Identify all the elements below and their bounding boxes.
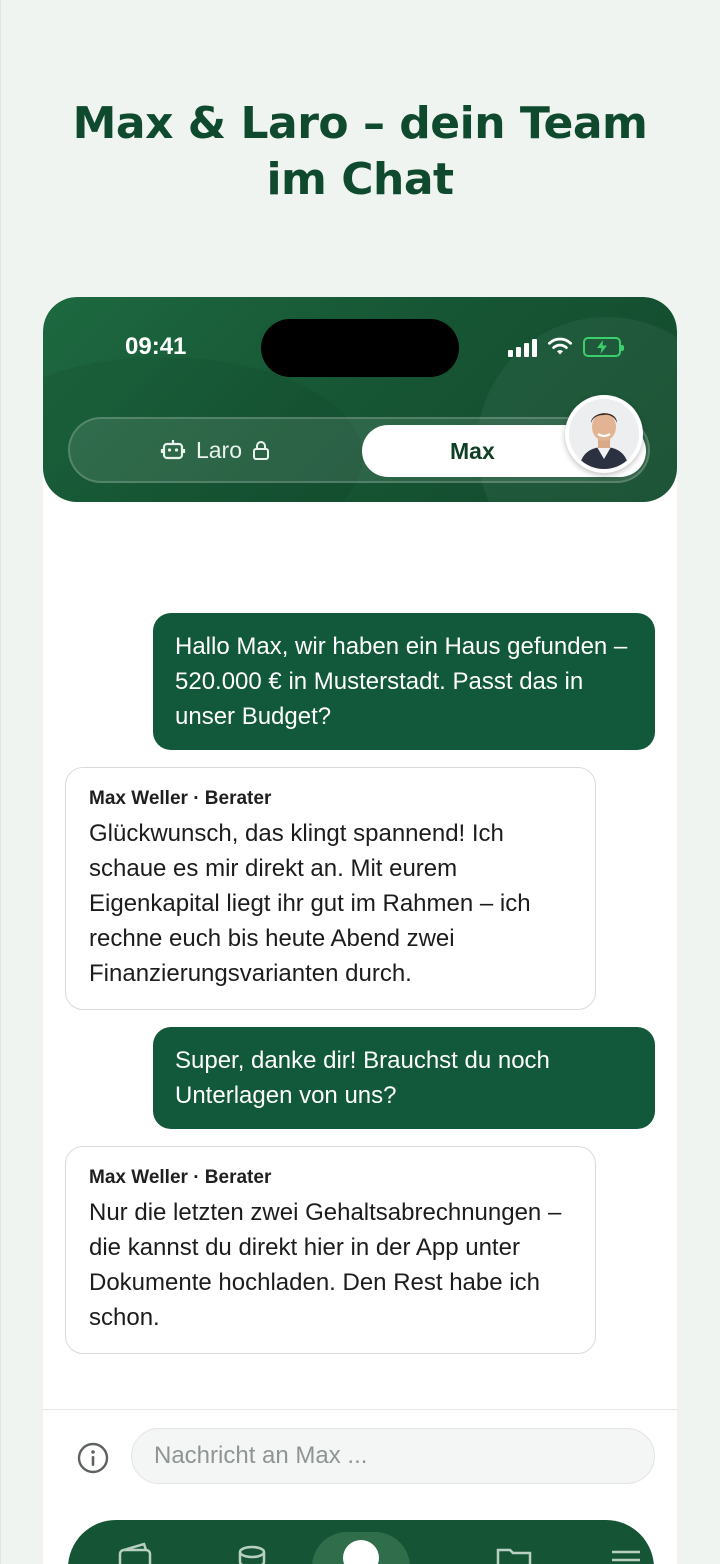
message-bubble-incoming: Max Weller · Berater Nur die letzten zwe… — [65, 1146, 596, 1354]
composer-divider — [43, 1409, 677, 1410]
message-input[interactable] — [131, 1428, 655, 1484]
bottom-tab-bar — [68, 1520, 654, 1564]
message-bubble-incoming: Max Weller · Berater Glückwunsch, das kl… — [65, 767, 596, 1010]
chat-thread: Hallo Max, wir haben ein Haus gefunden –… — [43, 502, 677, 1502]
menu-icon[interactable] — [606, 1538, 646, 1564]
info-icon[interactable] — [77, 1442, 109, 1474]
dynamic-island — [261, 319, 459, 377]
signal-icon — [508, 337, 537, 357]
folder-icon[interactable] — [494, 1538, 534, 1564]
message-text: Glückwunsch, das klingt spannend! Ich sc… — [89, 820, 531, 987]
message-bubble-outgoing: Hallo Max, wir haben ein Haus gefunden –… — [153, 613, 655, 750]
wallet-icon[interactable] — [116, 1538, 156, 1564]
status-icons — [508, 337, 624, 357]
wifi-icon — [548, 337, 572, 355]
tab-max-label: Max — [450, 437, 495, 464]
advisor-photo — [569, 399, 639, 469]
message-bubble-outgoing: Super, danke dir! Brauchst du noch Unter… — [153, 1027, 655, 1129]
chat-header: 09:41 Laro Max — [43, 297, 677, 502]
page-title: Max & Laro – dein Team im Chat — [72, 98, 648, 205]
lock-icon — [253, 441, 270, 460]
phone-mockup: 09:41 Laro Max Hallo Max, wir haben ein … — [43, 297, 677, 1564]
message-sender: Max Weller · Berater — [89, 788, 272, 809]
advisor-avatar[interactable] — [565, 395, 643, 473]
tab-laro[interactable]: Laro — [70, 419, 360, 481]
assistant-switcher: Laro Max — [68, 417, 650, 483]
robot-icon — [160, 440, 186, 460]
message-text: Hallo Max, wir haben ein Haus gefunden –… — [175, 633, 628, 730]
tab-laro-label: Laro — [195, 436, 243, 463]
message-sender: Max Weller · Berater — [89, 1167, 272, 1188]
page-border — [0, 0, 1, 1564]
battery-icon — [583, 337, 624, 357]
message-text: Super, danke dir! Brauchst du noch Unter… — [175, 1047, 550, 1109]
coins-icon[interactable] — [232, 1538, 272, 1564]
chat-icon — [343, 1540, 379, 1564]
message-text: Nur die letzten zwei Gehaltsabrechnungen… — [89, 1199, 562, 1331]
status-time: 09:41 — [125, 333, 187, 360]
chat-tab-button[interactable] — [312, 1532, 410, 1564]
